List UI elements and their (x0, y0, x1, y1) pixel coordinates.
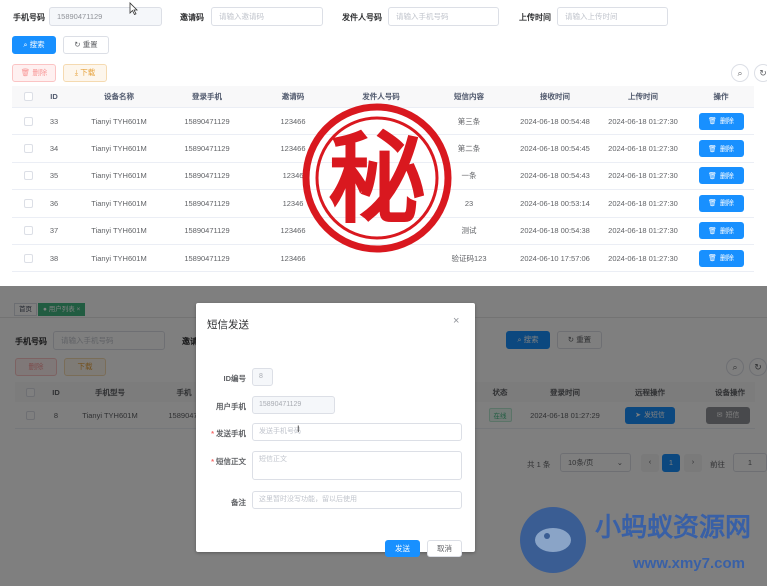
download-button[interactable]: ⤓ 下载 (63, 64, 107, 82)
seal-text: 秘 (328, 123, 426, 237)
cell-uploaded: 2024-06-18 01:27:30 (608, 226, 678, 236)
close-icon[interactable]: × (453, 315, 459, 327)
row-delete-button[interactable]: 🗑 删除 (698, 140, 744, 158)
sender-label: 发件人号码 (342, 13, 382, 22)
cell-uploaded: 2024-06-18 01:27:30 (608, 171, 678, 181)
col-device: 设备名称 (104, 92, 134, 101)
refresh-icon: ↻ (74, 40, 81, 49)
user-phone-field: 15890471129 (252, 396, 335, 414)
cell-id: 38 (49, 253, 59, 263)
cell-phone: 15890471129 (184, 226, 230, 236)
phone-label: 手机号码 (13, 13, 45, 22)
search-icon: ⌕ (737, 68, 743, 78)
search-button[interactable]: ⌕ 搜索 (12, 36, 56, 54)
upload-time-input[interactable]: 请输入上传时间 (557, 7, 668, 26)
sms-body-label: * 短信正文 (211, 457, 246, 466)
cell-device: Tianyi TYH601M (91, 144, 147, 154)
sms-send-dialog: 短信发送 × ID编号 8 用户手机 15890471129 * 发送手机 发送手… (196, 303, 475, 557)
row-checkbox[interactable] (23, 226, 33, 236)
send-button[interactable]: 发送 (385, 540, 420, 557)
col-received: 接收时间 (540, 92, 570, 101)
cell-uploaded: 2024-06-18 01:27:30 (608, 198, 678, 208)
trash-icon: 🗑 (20, 68, 31, 77)
invite-input[interactable]: 请输入邀请码 (211, 7, 323, 26)
row-checkbox[interactable] (23, 171, 33, 181)
watermark-cn-text: 小蚂蚁资源网 (595, 513, 751, 543)
phone-input[interactable]: 15890471129 (49, 7, 162, 26)
invite-label: 邀请码 (180, 13, 204, 22)
send-phone-input[interactable]: 发送手机号码 (252, 423, 462, 441)
sms-body-textarea[interactable]: 短信正文 (252, 451, 462, 480)
cell-device: Tianyi TYH601M (91, 253, 147, 263)
cell-received: 2024-06-18 00:54:43 (520, 171, 590, 181)
cell-received: 2024-06-18 00:54:45 (520, 144, 590, 154)
row-checkbox[interactable] (23, 144, 33, 154)
trash-icon: 🗑 (708, 145, 717, 153)
search-icon: ⌕ (23, 40, 28, 49)
cell-id: 34 (49, 144, 59, 154)
cell-device: Tianyi TYH601M (91, 171, 147, 181)
cell-phone: 15890471129 (184, 144, 230, 154)
cell-id: 36 (49, 198, 59, 208)
sms-list-panel: 手机号码 15890471129 邀请码 请输入邀请码 发件人号码 请输入手机号… (0, 0, 767, 286)
cell-phone: 15890471129 (184, 171, 230, 181)
cell-device: Tianyi TYH601M (91, 116, 147, 126)
remark-input[interactable]: 这里暂时没写功能，留以后使用 (252, 491, 462, 509)
row-delete-button[interactable]: 🗑 删除 (698, 167, 744, 185)
refresh-icon: ↻ (759, 68, 767, 78)
cell-received: 2024-06-18 00:53:14 (520, 198, 590, 208)
cell-id: 35 (49, 171, 59, 181)
cell-phone: 15890471129 (184, 253, 230, 263)
text-cursor-icon: I (297, 424, 300, 434)
site-watermark: 小蚂蚁资源网 www.xmy7.com (520, 507, 751, 573)
cell-id: 33 (49, 116, 59, 126)
mouse-cursor-icon (129, 2, 138, 17)
dialog-title: 短信发送 (207, 319, 249, 331)
cell-device: Tianyi TYH601M (91, 226, 147, 236)
row-delete-button[interactable]: 🗑 删除 (698, 194, 744, 212)
cell-uploaded: 2024-06-18 01:27:30 (608, 144, 678, 154)
sender-input[interactable]: 请输入手机号码 (388, 7, 499, 26)
cell-phone: 15890471129 (184, 198, 230, 208)
cell-device: Tianyi TYH601M (91, 198, 147, 208)
row-delete-button[interactable]: 🗑 删除 (698, 112, 744, 130)
cancel-button[interactable]: 取消 (427, 540, 462, 557)
send-phone-label: * 发送手机 (211, 429, 246, 438)
cell-uploaded: 2024-06-18 01:27:30 (608, 116, 678, 126)
cell-received: 2024-06-10 17:57:06 (520, 253, 590, 263)
id-field: 8 (252, 368, 273, 386)
col-action: 操作 (713, 92, 729, 101)
cell-received: 2024-06-18 00:54:48 (520, 116, 590, 126)
refresh-button[interactable]: ↻ (754, 64, 767, 82)
upload-time-label: 上传时间 (519, 13, 551, 22)
col-id: ID (50, 92, 58, 101)
cell-uploaded: 2024-06-18 01:27:30 (608, 253, 678, 263)
trash-icon: 🗑 (708, 227, 717, 235)
user-phone-label: 用户手机 (216, 402, 246, 411)
reset-button[interactable]: ↻ 重置 (63, 36, 109, 54)
download-icon: ⤓ (74, 68, 79, 77)
remark-label: 备注 (231, 498, 246, 507)
trash-icon: 🗑 (708, 255, 717, 263)
trash-icon: 🗑 (708, 118, 717, 126)
col-uploaded: 上传时间 (628, 92, 658, 101)
row-delete-button[interactable]: 🗑 删除 (698, 249, 744, 267)
row-checkbox[interactable] (23, 198, 33, 208)
row-delete-button[interactable]: 🗑 删除 (698, 222, 744, 240)
row-checkbox[interactable] (23, 116, 33, 126)
watermark-url: www.xmy7.com (632, 555, 745, 572)
col-login-phone: 登录手机 (192, 92, 222, 101)
row-checkbox[interactable] (23, 253, 33, 263)
select-all-checkbox[interactable] (23, 92, 33, 101)
delete-button[interactable]: 🗑 删除 (12, 64, 56, 82)
secret-seal-stamp: 秘 (302, 103, 452, 253)
trash-icon: 🗑 (708, 172, 717, 180)
trash-icon: 🗑 (708, 200, 717, 208)
id-label: ID编号 (223, 374, 247, 383)
cell-received: 2024-06-18 00:54:38 (520, 226, 590, 236)
cell-phone: 15890471129 (184, 116, 230, 126)
ant-logo-icon (520, 507, 586, 573)
cell-id: 37 (49, 226, 59, 236)
search-toggle-button[interactable]: ⌕ (731, 64, 749, 82)
